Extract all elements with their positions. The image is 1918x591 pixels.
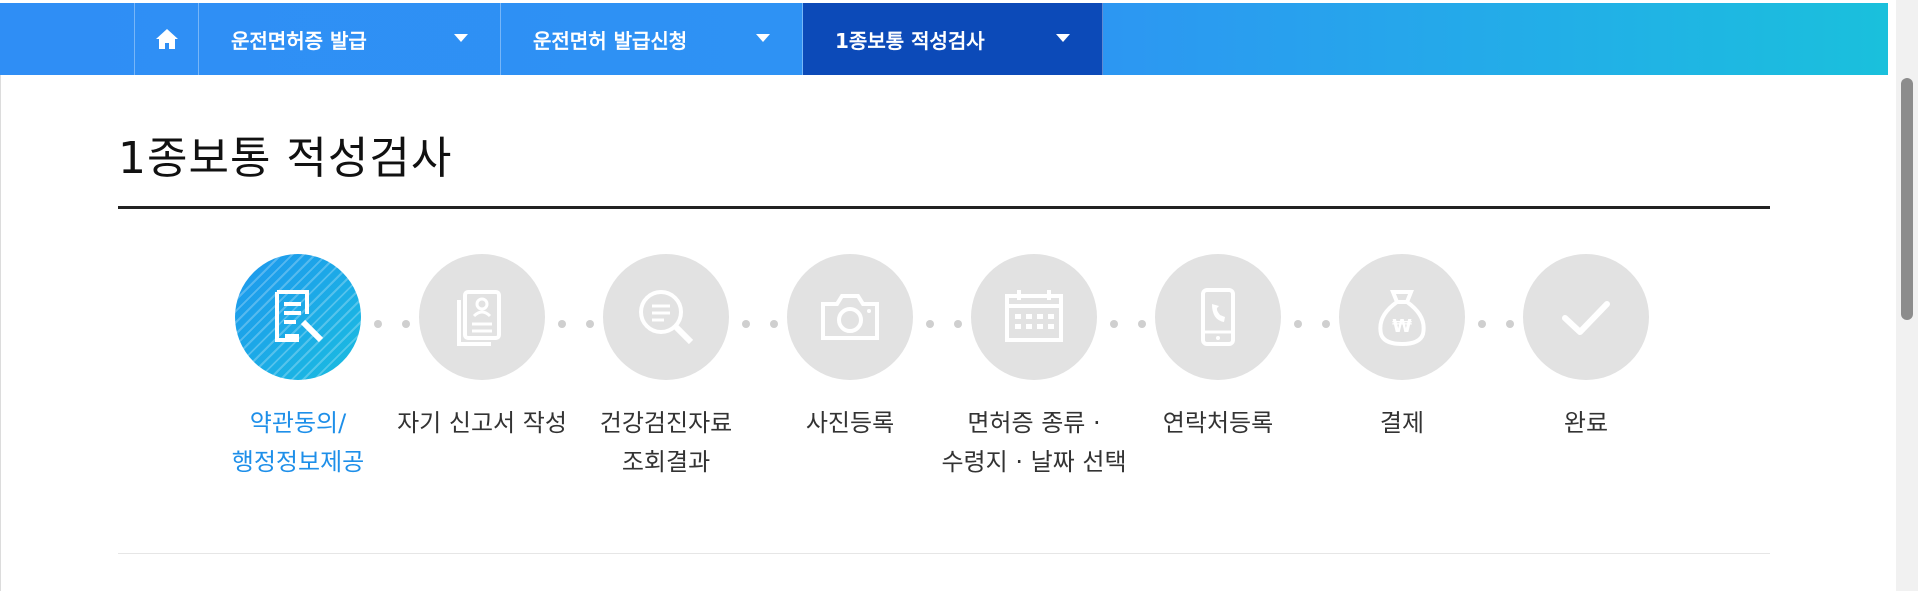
- step-label: 사진등록: [805, 409, 895, 437]
- document-pen-icon: [275, 290, 324, 343]
- step-self-report: [419, 254, 545, 380]
- profile-document-icon: [457, 290, 501, 346]
- step-photo: [787, 254, 913, 380]
- top-navigation-bar: 운전면허증 발급 운전면허 발급신청 1종보통 적성검사: [0, 3, 1888, 75]
- scrollbar-thumb[interactable]: [1901, 78, 1913, 320]
- phone-icon: [1201, 288, 1235, 346]
- nav-menu-label: 운전면허증 발급: [231, 28, 367, 53]
- nav-menu-label: 운전면허 발급신청: [533, 28, 688, 53]
- left-border: [0, 75, 1, 591]
- step-contact: [1155, 254, 1281, 380]
- check-icon: [1562, 301, 1610, 335]
- nav-menu-issuance-application[interactable]: 운전면허 발급신청: [501, 3, 803, 75]
- step-label: 결제: [1379, 409, 1425, 437]
- step-terms-agreement: [235, 254, 361, 380]
- nav-menu-label: 1종보통 적성검사: [835, 28, 985, 53]
- step-label: 연락처등록: [1162, 409, 1274, 437]
- camera-icon: [821, 294, 879, 340]
- step-label: 약관동의/ 행정정보제공: [231, 409, 365, 476]
- page-title: 1종보통 적성검사: [118, 133, 453, 184]
- nav-menu-aptitude-test[interactable]: 1종보통 적성검사: [803, 3, 1103, 75]
- caret-down-icon: [1056, 34, 1070, 42]
- vertical-scrollbar[interactable]: [1896, 0, 1918, 591]
- step-label: 완료: [1563, 409, 1609, 437]
- home-icon: [155, 29, 178, 49]
- step-health-check: [603, 254, 729, 380]
- caret-down-icon: [756, 34, 770, 42]
- caret-down-icon: [454, 34, 468, 42]
- step-label: 면허증 종류 · 수령지 · 날짜 선택: [941, 409, 1127, 476]
- title-divider: [118, 206, 1770, 209]
- search-icon: [639, 290, 694, 345]
- step-label: 자기 신고서 작성: [397, 409, 567, 437]
- calendar-icon: [1005, 290, 1063, 342]
- step-payment: ₩: [1339, 254, 1465, 380]
- step-label: 건강검진자료 조회결과: [599, 409, 733, 476]
- step-complete: [1523, 254, 1649, 380]
- section-divider: [118, 553, 1770, 554]
- svg-text:₩: ₩: [1392, 316, 1412, 337]
- home-button[interactable]: [134, 3, 199, 75]
- step-license-type: [971, 254, 1097, 380]
- nav-menu-license-issuance[interactable]: 운전면허증 발급: [199, 3, 501, 75]
- money-bag-icon: ₩: [1378, 290, 1426, 347]
